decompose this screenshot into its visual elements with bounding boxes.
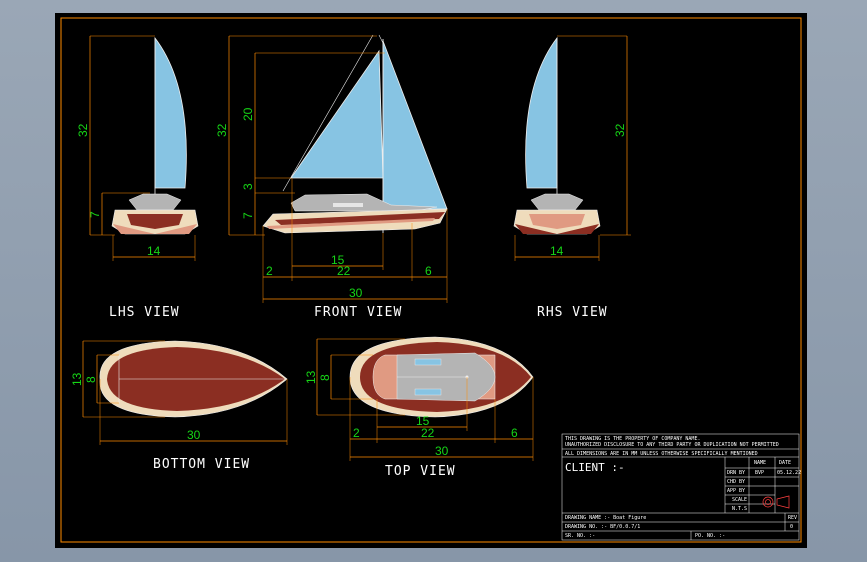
bottom-dim-inner: 8 — [84, 376, 98, 383]
drawing-number: DRAWING NO. :- BF/0.0.7/1 — [565, 524, 641, 530]
front-dim-6: 6 — [425, 264, 432, 278]
row-scale-value: N.T.S — [732, 506, 748, 512]
front-dim-height: 32 — [215, 123, 229, 137]
front-dim-30: 30 — [349, 286, 363, 300]
rhs-view-label: RHS VIEW — [537, 305, 608, 320]
row-drn-name: BVP — [755, 470, 765, 476]
top-view: 13 8 15 2 22 6 30 — [304, 336, 534, 461]
bottom-dim-width: 13 — [70, 372, 84, 386]
rhs-dim-width: 14 — [550, 244, 564, 258]
row-chd-label: CHD BY — [727, 479, 746, 485]
top-view-label: TOP VIEW — [385, 464, 456, 479]
front-dim-hull: 7 — [241, 212, 255, 219]
bottom-dim-length: 30 — [187, 428, 201, 442]
lhs-sail — [154, 36, 187, 189]
lhs-dim-hull: 7 — [88, 211, 102, 218]
row-drn-date: 05.12.22 — [777, 470, 802, 476]
drawing-sheet: 32 7 14 32 20 3 7 15 2 22 6 30 32 14 13 … — [55, 13, 807, 548]
lhs-view: 32 7 14 — [76, 35, 199, 261]
front-view: 32 20 3 7 15 2 22 6 30 — [215, 34, 448, 303]
lhs-dim-width: 14 — [147, 244, 161, 258]
front-mainsail — [290, 49, 384, 179]
col-name-header: NAME — [754, 460, 767, 466]
lhs-view-label: LHS VIEW — [109, 305, 180, 320]
front-jib — [382, 40, 448, 210]
row-app-label: APP BY — [727, 488, 746, 494]
projection-symbol — [762, 495, 790, 509]
client-label: CLIENT :- — [565, 461, 625, 474]
front-dim-22: 22 — [337, 264, 351, 278]
bottom-view-label: BOTTOM VIEW — [153, 457, 251, 472]
notice-dimensions: ALL DIMENSIONS ARE IN MM UNLESS OTHERWIS… — [565, 451, 758, 457]
po-no: PO. NO. :- — [695, 533, 726, 539]
top-dim-22: 22 — [421, 426, 435, 440]
rhs-sail — [525, 36, 558, 189]
front-view-label: FRONT VIEW — [314, 305, 403, 320]
top-dim-inner: 8 — [318, 374, 332, 381]
rev-value: 0 — [790, 524, 794, 530]
row-drn-label: DRN BY — [727, 470, 746, 476]
top-dim-2: 2 — [353, 426, 360, 440]
row-scale-label: SCALE — [732, 497, 748, 503]
front-dim-deck: 3 — [241, 183, 255, 190]
rhs-view: 32 14 — [513, 35, 631, 261]
front-dim-2: 2 — [266, 264, 273, 278]
sr-no: SR. NO. :- — [565, 533, 596, 539]
front-dim-mast: 20 — [241, 107, 255, 121]
notice-disclosure: UNAUTHORIZED DISCLOSURE TO ANY THIRD PAR… — [565, 442, 779, 448]
bottom-view: 13 8 30 — [70, 340, 288, 445]
top-dim-width: 13 — [304, 370, 318, 384]
top-dim-length: 30 — [435, 444, 449, 458]
rhs-dim-height: 32 — [613, 123, 627, 137]
col-date-header: DATE — [779, 460, 792, 466]
lhs-dim-height: 32 — [76, 123, 90, 137]
rev-label: REV — [788, 515, 798, 521]
top-dim-6: 6 — [511, 426, 518, 440]
drawing-name: DRAWING NAME :- Boat Figure — [565, 515, 647, 521]
rhs-cabin — [530, 193, 584, 211]
lhs-cabin — [128, 193, 182, 211]
